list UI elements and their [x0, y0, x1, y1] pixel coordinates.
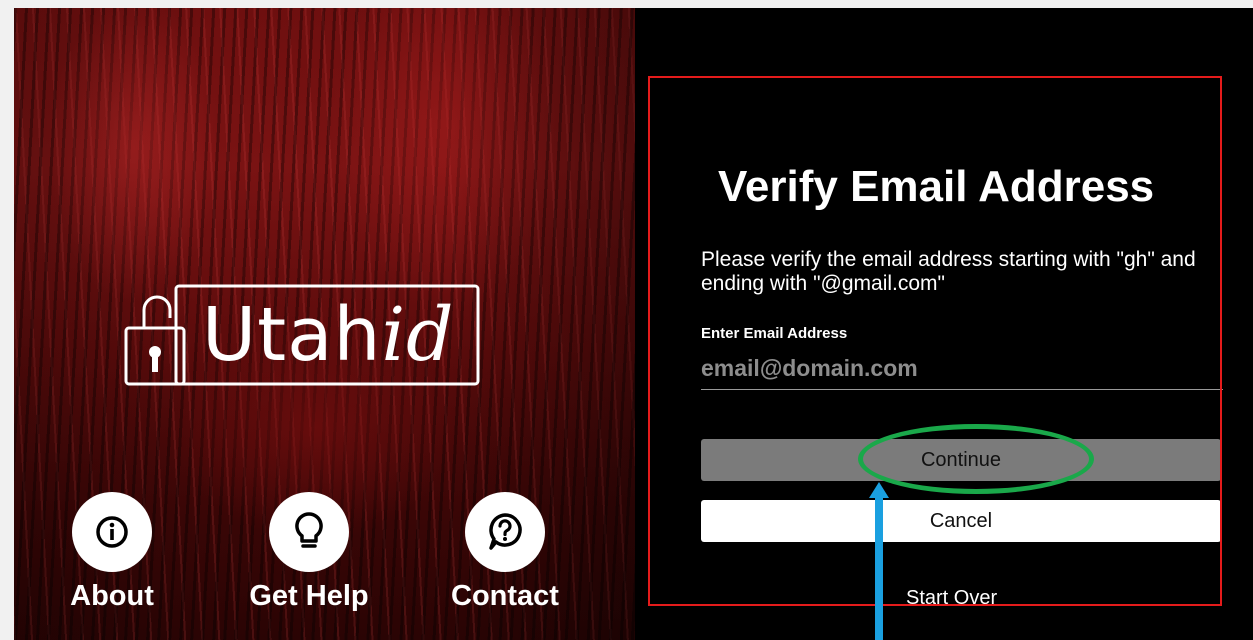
get-help-link[interactable]: Get Help	[229, 492, 389, 614]
page-title: Verify Email Address	[718, 162, 1155, 211]
logo-wordmark: Utahid	[202, 292, 455, 378]
contact-link[interactable]: Contact	[425, 492, 585, 614]
utahid-logo: Utahid	[112, 280, 482, 390]
start-over-link[interactable]: Start Over	[906, 586, 997, 610]
quick-links: About Get Help Contact	[0, 492, 621, 632]
lightbulb-icon	[269, 492, 349, 572]
verify-instructions: Please verify the email address starting…	[701, 248, 1196, 295]
continue-button[interactable]: Continue	[701, 439, 1221, 481]
cancel-button[interactable]: Cancel	[701, 500, 1221, 542]
about-label: About	[70, 580, 154, 612]
info-icon	[72, 492, 152, 572]
question-bubble-icon	[465, 492, 545, 572]
about-link[interactable]: About	[32, 492, 192, 614]
verify-panel	[635, 8, 1253, 640]
get-help-label: Get Help	[249, 580, 369, 612]
email-field-label: Enter Email Address	[701, 325, 848, 342]
contact-label: Contact	[451, 580, 559, 612]
email-field[interactable]	[701, 348, 1223, 390]
